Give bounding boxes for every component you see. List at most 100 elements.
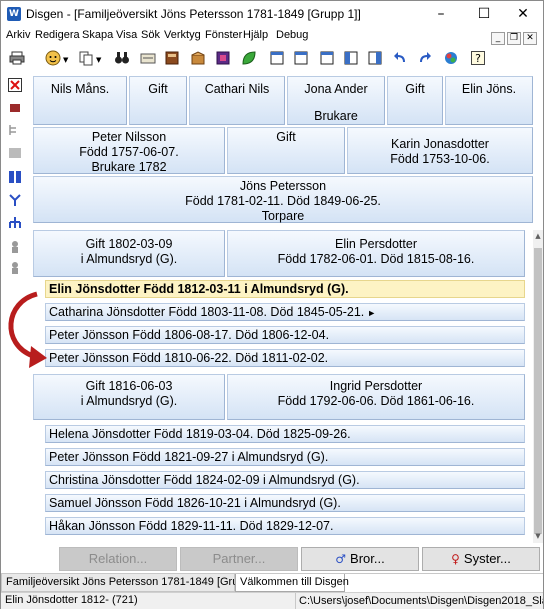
copy-icon[interactable] — [76, 50, 96, 70]
hand-book-icon[interactable] — [213, 50, 233, 70]
marriage-2-box[interactable]: Gift 1816-06-03 i Almundsryd (G). — [33, 374, 225, 420]
person-left-icon[interactable] — [6, 240, 24, 258]
child-row[interactable]: Peter Jönsson Född 1821-09-27 i Almundsr… — [45, 448, 525, 466]
partner-button[interactable]: Partner... — [180, 547, 298, 571]
child-row[interactable]: Håkan Jönsson Född 1829-11-11. Död 1829-… — [45, 517, 525, 535]
pointer-icon: ► — [367, 308, 377, 318]
child-row-selected[interactable]: Elin Jönsdotter Född 1812-03-11 i Almund… — [45, 280, 525, 298]
close-button[interactable]: ✕ — [503, 1, 543, 28]
person-name: Peter Nilsson — [91, 130, 167, 144]
maximize-button[interactable]: ☐ — [464, 1, 504, 28]
scroll-down-icon[interactable]: ▼ — [533, 532, 543, 540]
person-birth: Född 1757-06-07. — [79, 145, 179, 159]
tree-2-icon[interactable] — [6, 123, 24, 141]
mdi-close-button[interactable]: ✕ — [523, 32, 537, 45]
book-icon[interactable] — [162, 50, 182, 70]
gift-icon[interactable] — [138, 50, 158, 70]
scroll-up-icon[interactable]: ▲ — [533, 232, 543, 240]
menu-fonster[interactable]: Fönster — [205, 29, 242, 41]
forward-arrow-icon[interactable] — [415, 50, 435, 70]
relation-button[interactable]: Relation... — [59, 547, 177, 571]
paternal-grandmother-box[interactable]: Cathari Nils — [189, 76, 285, 125]
tree-4-icon[interactable] — [6, 170, 24, 188]
panel-icon[interactable] — [365, 50, 385, 70]
person-dates: Född 1781-02-11. Död 1849-06-25. — [185, 194, 381, 208]
printer-icon[interactable] — [7, 50, 27, 70]
disgen-window: W Disgen - [Familjeöversikt Jöns Peterss… — [0, 0, 544, 609]
child-row[interactable]: Samuel Jönsson Född 1826-10-21 i Almunds… — [45, 494, 525, 512]
child-row[interactable]: Peter Jönsson Född 1810-06-22. Död 1811-… — [45, 349, 525, 367]
back-arrow-icon[interactable] — [390, 50, 410, 70]
female-person-icon: ♀ — [451, 552, 460, 566]
svg-text:?: ? — [475, 52, 481, 65]
menu-debug[interactable]: Debug — [276, 29, 308, 41]
binoculars-icon[interactable] — [112, 50, 132, 70]
male-person-icon: ♂ — [335, 552, 347, 566]
tree-1-icon[interactable] — [6, 101, 24, 119]
spacer-line — [288, 97, 384, 109]
window-icon[interactable] — [267, 50, 287, 70]
child-row[interactable]: Peter Jönsson Född 1806-08-17. Död 1806-… — [45, 326, 525, 344]
help-icon[interactable]: ? — [468, 50, 488, 70]
close-x-icon[interactable] — [6, 78, 24, 96]
window-icon[interactable] — [317, 50, 337, 70]
window-icon[interactable] — [291, 50, 311, 70]
syster-button[interactable]: ♀ Syster... — [422, 547, 540, 571]
menu-sok[interactable]: Sök — [141, 29, 160, 41]
child-row[interactable]: Catharina Jönsdotter Född 1803-11-08. Dö… — [45, 303, 525, 321]
minimize-button[interactable]: – — [421, 1, 461, 28]
person-occupation: Torpare — [261, 209, 305, 223]
status-path: C:\Users\josef\Documents\Disgen\Disgen20… — [295, 593, 543, 609]
menu-skapa[interactable]: Skapa — [82, 29, 113, 41]
window-title: Disgen - [Familjeöversikt Jöns Petersson… — [26, 7, 361, 21]
menu-verktyg[interactable]: Verktyg — [164, 29, 201, 41]
leaf-icon[interactable] — [239, 50, 259, 70]
bror-button[interactable]: ♂ Bror... — [301, 547, 419, 571]
marriage-date: Gift 1816-06-03 — [85, 379, 173, 393]
maternal-grandfather-box[interactable]: Jona Ander Brukare — [287, 76, 385, 125]
paternal-grandfather-box[interactable]: Nils Måns. — [33, 76, 127, 125]
tree-5-icon[interactable] — [6, 193, 24, 211]
dropdown-arrow-icon[interactable]: ▼ — [96, 56, 101, 64]
family-overview: Nils Måns. Gift Cathari Nils Jona Ander B… — [29, 74, 533, 543]
spouse-1-box[interactable]: Elin Persdotter Född 1782-06-01. Död 1815… — [227, 230, 525, 277]
menu-arkiv[interactable]: Arkiv — [6, 29, 30, 41]
tab-family-overview[interactable]: Familjeöversikt Jöns Petersson 1781-1849… — [1, 574, 263, 592]
person-name: Nils Måns. — [50, 82, 110, 96]
child-row[interactable]: Helena Jönsdotter Född 1819-03-04. Död 1… — [45, 425, 525, 443]
parents-marriage-box[interactable]: Gift — [227, 127, 345, 174]
panel-icon[interactable] — [341, 50, 361, 70]
menu-redigera[interactable]: Redigera — [35, 29, 80, 41]
main-person-box[interactable]: Jöns Petersson Född 1781-02-11. Död 1849-… — [33, 176, 533, 223]
child-row[interactable]: Christina Jönsdotter Född 1824-02-09 i A… — [45, 471, 525, 489]
app-icon: W — [7, 7, 21, 21]
father-box[interactable]: Peter Nilsson Född 1757-06-07. Brukare 178… — [33, 127, 225, 174]
box-icon[interactable] — [188, 50, 208, 70]
person-name: Karin Jonasdotter — [391, 137, 489, 151]
tree-6-icon[interactable] — [6, 216, 24, 234]
marriage-label: Gift — [148, 82, 168, 96]
tab-welcome[interactable]: Välkommen till Disgen — [235, 574, 349, 592]
colorful-icon[interactable] — [441, 50, 461, 70]
grandparents-marriage-box[interactable]: Gift — [387, 76, 443, 125]
mother-box[interactable]: Karin Jonasdotter Född 1753-10-06. — [347, 127, 533, 174]
marriage-place: i Almundsryd (G). — [80, 394, 178, 408]
scrollbar-thumb[interactable] — [534, 248, 542, 534]
grandparents-marriage-box[interactable]: Gift — [129, 76, 187, 125]
child-text: Håkan Jönsson Född 1829-11-11. Död 1829-… — [49, 519, 334, 533]
dropdown-arrow-icon[interactable]: ▼ — [63, 56, 68, 64]
person-face-icon[interactable] — [43, 50, 63, 70]
move-arrow-icon — [8, 291, 47, 368]
menu-visa[interactable]: Visa — [116, 29, 137, 41]
person-name: Jöns Petersson — [239, 179, 327, 193]
menu-hjalp[interactable]: Hjälp — [243, 29, 268, 41]
spouse-2-box[interactable]: Ingrid Persdotter Född 1792-06-06. Död 18… — [227, 374, 525, 420]
maternal-grandmother-box[interactable]: Elin Jöns. — [445, 76, 533, 125]
person-down-icon[interactable] — [6, 261, 24, 279]
child-text: Peter Jönsson Född 1810-06-22. Död 1811-… — [49, 351, 329, 365]
marriage-1-box[interactable]: Gift 1802-03-09 i Almundsryd (G). — [33, 230, 225, 277]
vertical-scrollbar[interactable]: ▲ ▼ — [533, 230, 543, 543]
mdi-minimize-button[interactable]: _ — [491, 32, 505, 45]
mdi-restore-button[interactable]: ❐ — [507, 32, 521, 45]
tree-3-icon[interactable] — [6, 146, 24, 164]
